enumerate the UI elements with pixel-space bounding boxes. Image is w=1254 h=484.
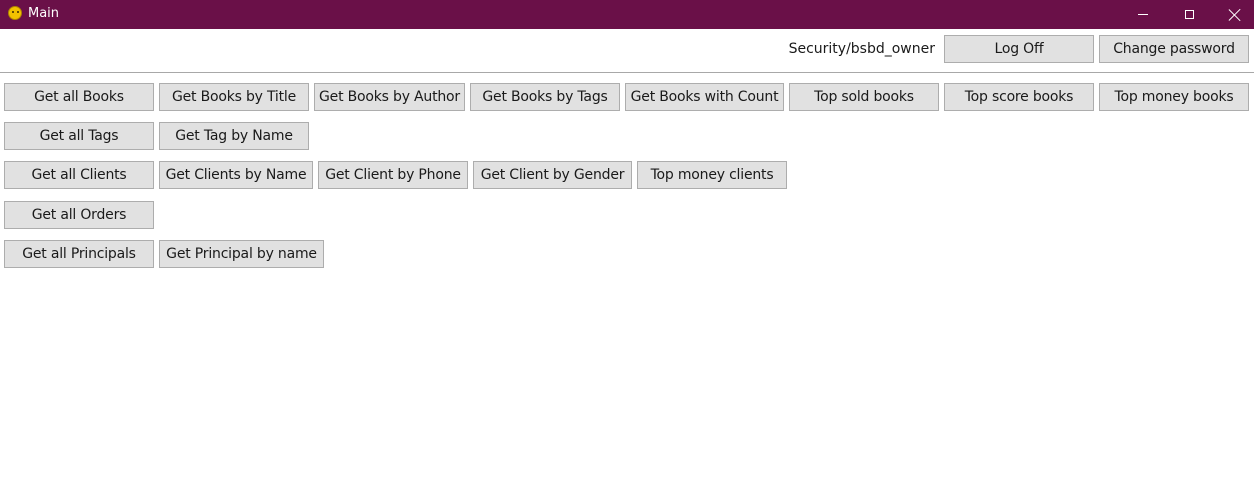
- title-bar[interactable]: Main: [0, 0, 1254, 29]
- header-separator: [0, 72, 1254, 73]
- top-score-books-button[interactable]: Top score books: [944, 83, 1094, 111]
- get-all-orders-button[interactable]: Get all Orders: [4, 201, 154, 229]
- get-clients-by-name-button[interactable]: Get Clients by Name: [159, 161, 313, 189]
- close-button[interactable]: [1212, 0, 1254, 29]
- get-tag-by-name-button[interactable]: Get Tag by Name: [159, 122, 309, 150]
- close-icon: [1229, 9, 1241, 21]
- get-all-principals-button[interactable]: Get all Principals: [4, 240, 154, 268]
- log-off-button[interactable]: Log Off: [944, 35, 1094, 63]
- get-client-by-phone-button[interactable]: Get Client by Phone: [318, 161, 468, 189]
- get-books-by-author-button[interactable]: Get Books by Author: [314, 83, 465, 111]
- change-password-button[interactable]: Change password: [1099, 35, 1249, 63]
- current-user-label: Security/bsbd_owner: [788, 41, 935, 57]
- get-client-by-gender-button[interactable]: Get Client by Gender: [473, 161, 632, 189]
- app-smiley-icon: [8, 6, 22, 20]
- window-title: Main: [28, 6, 60, 21]
- get-all-clients-button[interactable]: Get all Clients: [4, 161, 154, 189]
- minimize-icon: [1138, 14, 1148, 15]
- get-books-with-count-button[interactable]: Get Books with Count: [625, 83, 784, 111]
- get-books-by-title-button[interactable]: Get Books by Title: [159, 83, 309, 111]
- minimize-button[interactable]: [1120, 0, 1166, 29]
- maximize-button[interactable]: [1166, 0, 1212, 29]
- top-money-books-button[interactable]: Top money books: [1099, 83, 1249, 111]
- get-books-by-tags-button[interactable]: Get Books by Tags: [470, 83, 620, 111]
- get-all-tags-button[interactable]: Get all Tags: [4, 122, 154, 150]
- maximize-icon: [1184, 10, 1194, 19]
- top-money-clients-button[interactable]: Top money clients: [637, 161, 787, 189]
- get-principal-by-name-button[interactable]: Get Principal by name: [159, 240, 324, 268]
- top-sold-books-button[interactable]: Top sold books: [789, 83, 939, 111]
- get-all-books-button[interactable]: Get all Books: [4, 83, 154, 111]
- main-window: Main Security/bsbd_owner Log Off Change …: [0, 0, 1254, 484]
